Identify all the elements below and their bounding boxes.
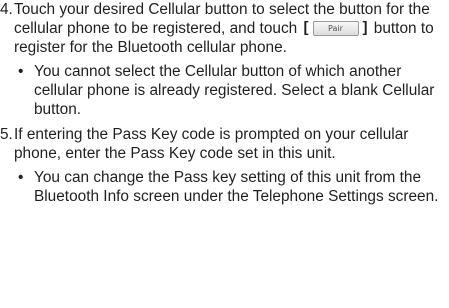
bracket-right: ] (362, 19, 368, 36)
bullet-dot: • (18, 169, 24, 186)
bullet-text: You can change the Pass key setting of t… (34, 169, 439, 205)
step-5: 5. If entering the Pass Key code is prom… (0, 125, 449, 163)
bracket-left: [ (303, 19, 309, 36)
step-text: If entering the Pass Key code is prompte… (14, 126, 409, 162)
step-number: 4. (0, 1, 13, 18)
step-5-bullet: • You can change the Pass key setting of… (0, 168, 449, 206)
step-4-bullet: • You cannot select the Cellular button … (0, 62, 449, 119)
step-4: 4. Touch your desired Cellular button to… (0, 0, 449, 57)
step-text: Touch your desired Cellular button to se… (14, 0, 449, 57)
bullet-dot: • (18, 63, 24, 80)
pair-button-illustration: [Pair] (303, 19, 368, 36)
pair-button-face: Pair (312, 21, 359, 36)
step-number: 5. (0, 126, 13, 143)
bullet-text: You cannot select the Cellular button of… (34, 63, 435, 118)
instruction-document: 4. Touch your desired Cellular button to… (0, 0, 449, 206)
